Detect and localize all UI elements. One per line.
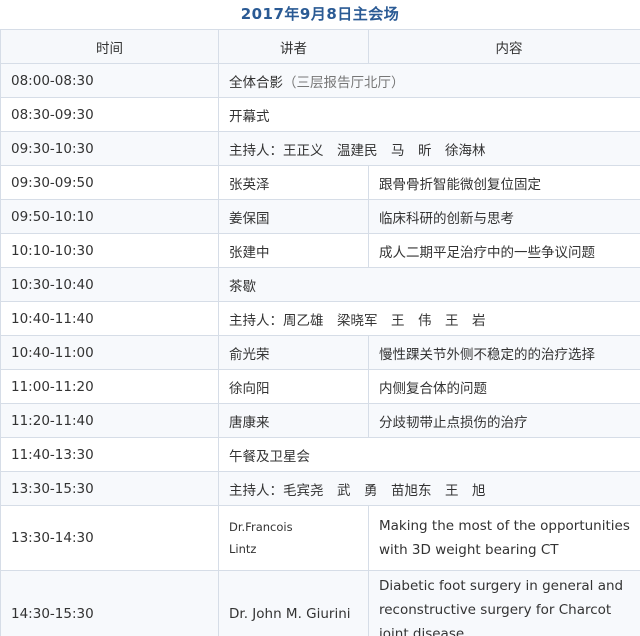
row-content: 跟骨骨折智能微创复位固定 [368,165,640,200]
row-content: 临床科研的创新与思考 [368,199,640,234]
row-full: 全体合影（三层报告厅北厅） [218,63,640,98]
table-row: 10:30-10:40 茶歇 [0,267,640,302]
row-speaker: 张英泽 [218,165,369,200]
row-time: 09:30-10:30 [0,131,219,166]
table-row: 14:30-15:30 Dr. John M. Giurini Diabetic… [0,570,640,636]
row-time: 10:30-10:40 [0,267,219,302]
row-time: 11:20-11:40 [0,403,219,438]
row-content: 成人二期平足治疗中的一些争议问题 [368,233,640,268]
row-content: 慢性踝关节外侧不稳定的的治疗选择 [368,335,640,370]
schedule-table: 时间 讲者 内容 08:00-08:30 全体合影（三层报告厅北厅） 08:30… [0,29,640,636]
table-row: 09:30-10:30 主持人：王正义 温建民 马 昕 徐海林 [0,131,640,166]
row-time: 09:30-09:50 [0,165,219,200]
row-speaker: Dr.Francois Lintz [218,505,369,571]
table-row: 13:30-14:30 Dr.Francois Lintz Making the … [0,505,640,571]
table-row: 11:40-13:30 午餐及卫星会 [0,437,640,472]
row-content: Diabetic foot surgery in general and rec… [368,570,640,636]
row-time: 10:40-11:40 [0,301,219,336]
row-speaker: 唐康来 [218,403,369,438]
row-full: 主持人：王正义 温建民 马 昕 徐海林 [218,131,640,166]
row-speaker-line: Dr.Francois [229,520,293,534]
table-row: 10:40-11:40 主持人：周乙雄 梁晓军 王 伟 王 岩 [0,301,640,336]
row-time: 11:40-13:30 [0,437,219,472]
row-speaker: 俞光荣 [218,335,369,370]
row-full: 主持人：周乙雄 梁晓军 王 伟 王 岩 [218,301,640,336]
header-content: 内容 [368,29,640,64]
row-full: 主持人：毛宾尧 武 勇 苗旭东 王 旭 [218,471,640,506]
schedule-page: 2017年9月8日主会场 时间 讲者 内容 08:00-08:30 全体合影（三… [0,0,640,636]
row-time: 10:40-11:00 [0,335,219,370]
row-time: 11:00-11:20 [0,369,219,404]
table-row: 09:30-09:50 张英泽 跟骨骨折智能微创复位固定 [0,165,640,200]
table-row: 09:50-10:10 姜保国 临床科研的创新与思考 [0,199,640,234]
row-content: Making the most of the opportunities wit… [368,505,640,571]
row-speaker: 姜保国 [218,199,369,234]
row-full-text: 全体合影 [229,74,283,91]
header-speaker: 讲者 [218,29,369,64]
row-time: 13:30-15:30 [0,471,219,506]
table-row: 10:10-10:30 张建中 成人二期平足治疗中的一些争议问题 [0,233,640,268]
row-speaker: 张建中 [218,233,369,268]
row-time: 08:00-08:30 [0,63,219,98]
header-time: 时间 [0,29,219,64]
table-row: 08:30-09:30 开幕式 [0,97,640,132]
row-full: 午餐及卫星会 [218,437,640,472]
row-full: 茶歇 [218,267,640,302]
row-time: 10:10-10:30 [0,233,219,268]
table-row: 13:30-15:30 主持人：毛宾尧 武 勇 苗旭东 王 旭 [0,471,640,506]
table-row: 11:00-11:20 徐向阳 内侧复合体的问题 [0,369,640,404]
table-row: 10:40-11:00 俞光荣 慢性踝关节外侧不稳定的的治疗选择 [0,335,640,370]
row-content: 分歧韧带止点损伤的治疗 [368,403,640,438]
table-row: 11:20-11:40 唐康来 分歧韧带止点损伤的治疗 [0,403,640,438]
row-time: 09:50-10:10 [0,199,219,234]
row-time: 08:30-09:30 [0,97,219,132]
row-speaker: Dr. John M. Giurini [218,570,369,636]
row-note: （三层报告厅北厅） [283,74,405,91]
row-full: 开幕式 [218,97,640,132]
row-speaker-line: Lintz [229,542,257,556]
table-row: 08:00-08:30 全体合影（三层报告厅北厅） [0,63,640,98]
row-time: 14:30-15:30 [0,570,219,636]
row-content: 内侧复合体的问题 [368,369,640,404]
page-title: 2017年9月8日主会场 [240,5,400,23]
row-speaker: 徐向阳 [218,369,369,404]
row-time: 13:30-14:30 [0,505,219,571]
table-header-row: 时间 讲者 内容 [0,29,640,64]
